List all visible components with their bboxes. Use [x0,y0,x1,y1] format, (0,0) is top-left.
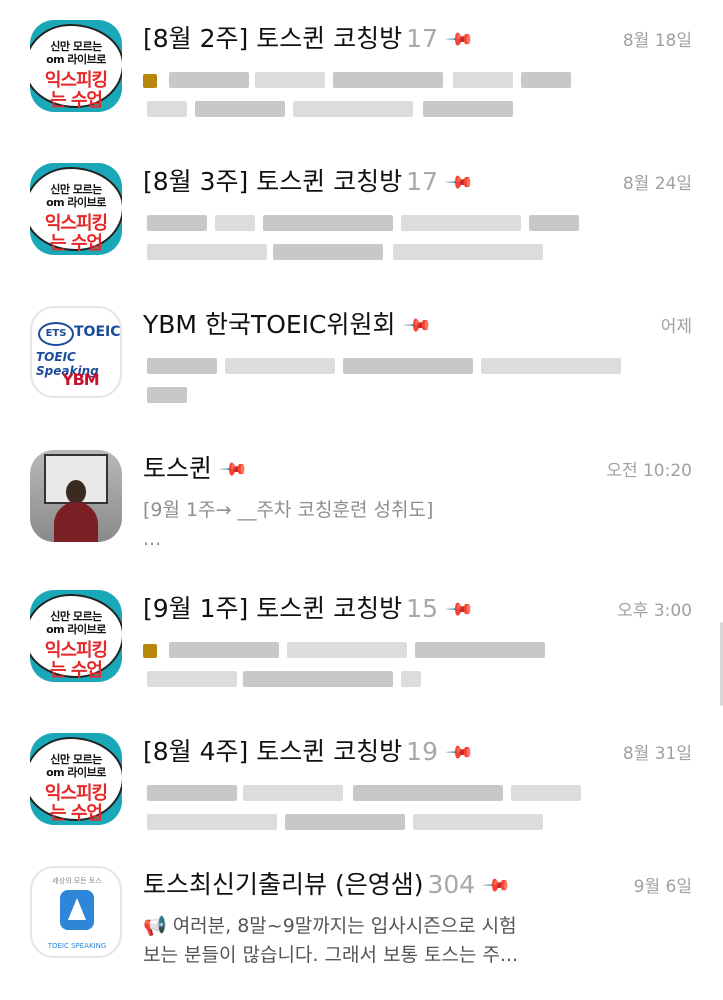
member-count: 17 [406,167,438,196]
chat-row-8w3[interactable]: 신만 모르는 om 라이브로 익스피킹 는 수업 [8월 3주] 토스퀸 코칭방… [0,163,723,293]
chat-title: [8월 2주] 토스퀸 코칭방 [143,24,403,53]
chat-time: 어제 [660,317,692,337]
message-preview-blurred [143,209,593,267]
message-preview-blurred [143,66,593,124]
chat-row-ybm[interactable]: ETS TOEIC TOEIC Speaking YBM YBM 한국TOEIC… [0,306,723,436]
pin-icon: 📌 [481,870,513,901]
chat-title: 토스최신기출리뷰 (은영샘) [143,870,424,899]
preview-line: ... [143,528,162,550]
pin-icon: 📌 [444,594,475,625]
message-preview-blurred [143,779,593,837]
preview-line: [9월 1주→ __주차 코칭훈련 성취도] [143,499,434,521]
avatar-text: om 라이브로 [46,196,106,209]
avatar-text: 는 수업 [50,233,103,254]
announcement-icon [143,643,157,658]
chat-avatar: 신만 모르는 om 라이브로 익스피킹 는 수업 [30,163,122,255]
chat-title-line: [9월 1주] 토스퀸 코칭방 15 📌 [143,590,475,628]
chat-avatar: 신만 모르는 om 라이브로 익스피킹 는 수업 [30,20,122,112]
chat-title: YBM 한국TOEIC위원회 [143,310,396,339]
member-count: 15 [406,594,438,623]
avatar-text: 는 수업 [50,803,103,824]
chat-row-tosqueen[interactable]: 토스퀸 📌 오전 10:20 [9월 1주→ __주차 코칭훈련 성취도] ... [0,450,723,580]
announcement-icon [143,73,157,88]
chat-title-line: [8월 4주] 토스퀸 코칭방 19 📌 [143,733,475,771]
avatar-text: 는 수업 [50,90,103,111]
avatar-text: TOEIC [74,324,121,340]
preview-line: 보는 분들이 많습니다. 그래서 보통 토스는 주... [143,944,519,966]
pin-icon: 📌 [444,24,475,55]
app-logo-icon [60,890,94,930]
message-preview: 📢 여러분, 8말~9말까지는 입사시즌으로 시험 보는 분들이 많습니다. 그… [143,912,593,970]
chat-time: 오전 10:20 [606,461,692,481]
member-count: 17 [406,24,438,53]
avatar-text: om 라이브로 [46,53,106,66]
ets-logo: ETS [38,322,74,346]
chat-title: [8월 3주] 토스퀸 코칭방 [143,167,403,196]
chat-time: 8월 18일 [622,31,692,51]
chat-title-line: 토스최신기출리뷰 (은영샘) 304 📌 [143,866,512,904]
pin-icon: 📌 [401,310,433,341]
message-preview: [9월 1주→ __주차 코칭훈련 성취도] ... [143,496,593,554]
chat-row-8w2[interactable]: 신만 모르는 om 라이브로 익스피킹 는 수업 [8월 2주] 토스퀸 코칭방… [0,20,723,150]
avatar-text: TOEIC SPEAKING [47,942,107,950]
chat-avatar [30,450,122,542]
avatar-text: 는 수업 [50,660,103,681]
chat-title: 토스퀸 [143,454,213,483]
avatar-text: om 라이브로 [46,623,106,636]
preview-line: 📢 여러분, 8말~9말까지는 입사시즌으로 시험 [143,915,517,937]
message-preview-blurred [143,636,593,694]
message-preview-blurred [143,352,621,410]
pin-icon: 📌 [444,167,475,198]
chat-time: 오후 3:00 [617,601,692,621]
chat-time: 8월 24일 [622,174,692,194]
chat-avatar: 신만 모르는 om 라이브로 익스피킹 는 수업 [30,590,122,682]
chat-row-9w1[interactable]: 신만 모르는 om 라이브로 익스피킹 는 수업 [9월 1주] 토스퀸 코칭방… [0,590,723,720]
chat-title: [8월 4주] 토스퀸 코칭방 [143,737,403,766]
pin-icon: 📌 [218,454,249,485]
pin-icon: 📌 [444,737,475,768]
member-count: 304 [427,870,476,899]
chat-list: 신만 모르는 om 라이브로 익스피킹 는 수업 [8월 2주] 토스퀸 코칭방… [0,0,723,1000]
ybm-logo: YBM [62,370,100,389]
member-count: 19 [406,737,438,766]
avatar-text: 세상의 모든 토스 [52,877,102,885]
chat-time: 8월 31일 [622,744,692,764]
chat-avatar: ETS TOEIC TOEIC Speaking YBM [30,306,122,398]
chat-avatar: 세상의 모든 토스 TOEIC SPEAKING [30,866,122,958]
chat-title-line: 토스퀸 📌 [143,450,249,488]
chat-title-line: YBM 한국TOEIC위원회 📌 [143,306,432,344]
chat-row-8w4[interactable]: 신만 모르는 om 라이브로 익스피킹 는 수업 [8월 4주] 토스퀸 코칭방… [0,733,723,863]
avatar-text: om 라이브로 [46,766,106,779]
chat-time: 9월 6일 [633,877,692,897]
chat-title: [9월 1주] 토스퀸 코칭방 [143,594,403,623]
chat-title-line: [8월 3주] 토스퀸 코칭방 17 📌 [143,163,475,201]
chat-title-line: [8월 2주] 토스퀸 코칭방 17 📌 [143,20,475,58]
chat-avatar: 신만 모르는 om 라이브로 익스피킹 는 수업 [30,733,122,825]
chat-row-review[interactable]: 세상의 모든 토스 TOEIC SPEAKING 토스최신기출리뷰 (은영샘) 3… [0,866,723,996]
